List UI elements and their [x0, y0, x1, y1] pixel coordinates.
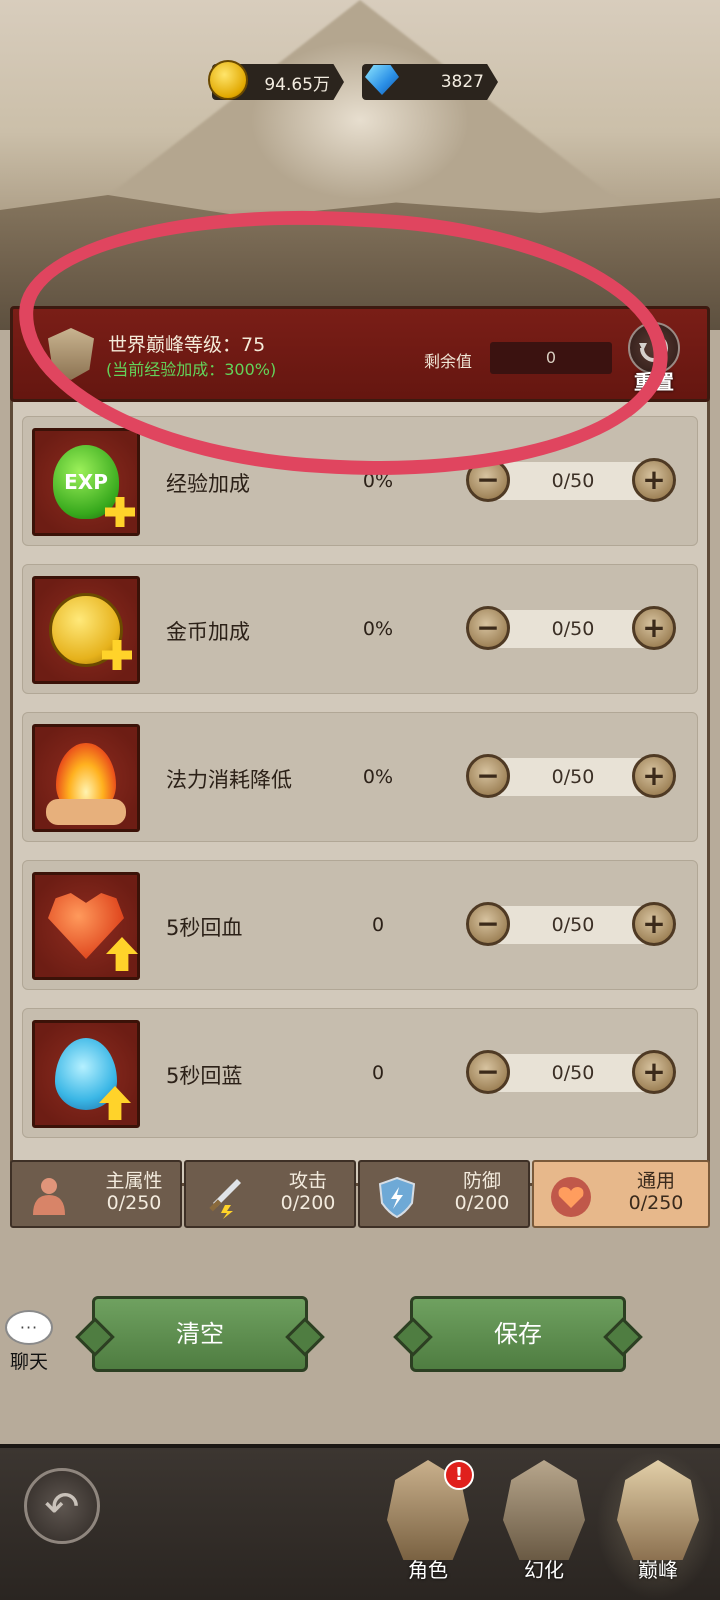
stat-name: 5秒回蓝 — [166, 1064, 243, 1088]
nav-transform[interactable]: 幻化 — [496, 1456, 592, 1596]
tab-count: 0/200 — [454, 1192, 510, 1214]
decrease-button[interactable]: − — [466, 902, 510, 946]
tab-main-attribute[interactable]: 主属性 0/250 — [10, 1160, 182, 1228]
tab-title: 攻击 — [288, 1170, 327, 1192]
reset-label: 重置 — [634, 370, 674, 394]
tab-attack[interactable]: 攻击 0/200 — [184, 1160, 356, 1228]
save-button[interactable]: 保存 — [410, 1296, 626, 1372]
exp-bonus-icon: EXP — [32, 428, 140, 536]
chat-label: 聊天 — [9, 1351, 48, 1373]
increase-button[interactable]: + — [632, 902, 676, 946]
increase-button[interactable]: + — [632, 458, 676, 502]
tab-count: 0/250 — [628, 1192, 684, 1214]
stat-name: 法力消耗降低 — [166, 768, 292, 792]
tab-title: 主属性 — [105, 1170, 163, 1192]
decrease-button[interactable]: − — [466, 458, 510, 502]
mana-cost-icon — [32, 724, 140, 832]
stat-value: 0% — [362, 470, 394, 492]
exp-bonus-status: (当前经验加成：300%) — [106, 360, 277, 379]
tab-title: 防御 — [462, 1170, 501, 1192]
nav-peak[interactable]: 巅峰 — [610, 1456, 706, 1596]
tab-general[interactable]: 通用 0/250 — [532, 1160, 710, 1228]
remaining-label: 剩余值 — [424, 352, 473, 371]
stat-value: 0 — [371, 914, 385, 936]
clear-button[interactable]: 清空 — [92, 1296, 308, 1372]
shield-icon — [372, 1172, 422, 1222]
transform-icon — [503, 1460, 585, 1560]
stat-value: 0 — [371, 1062, 385, 1084]
hp-regen-icon — [32, 872, 140, 980]
stat-name: 金币加成 — [166, 620, 250, 644]
heart-icon — [546, 1172, 596, 1222]
decrease-button[interactable]: − — [466, 754, 510, 798]
back-arrow-icon: ↶ — [44, 1481, 80, 1531]
peak-icon — [617, 1460, 699, 1560]
gem-icon — [362, 60, 402, 100]
sword-icon — [198, 1172, 248, 1222]
stat-name: 经验加成 — [166, 472, 250, 496]
alert-badge: ! — [444, 1460, 474, 1490]
background-scenery — [0, 0, 720, 330]
mp-regen-icon — [32, 1020, 140, 1128]
increase-button[interactable]: + — [632, 754, 676, 798]
stat-value: 0% — [362, 766, 394, 788]
chat-bubble-icon: ··· — [5, 1310, 53, 1345]
stat-name: 5秒回血 — [166, 916, 243, 940]
remaining-value: 0 — [490, 342, 612, 374]
increase-button[interactable]: + — [632, 606, 676, 650]
increase-button[interactable]: + — [632, 1050, 676, 1094]
stat-value: 0% — [362, 618, 394, 640]
body-icon — [24, 1172, 74, 1222]
tab-count: 0/250 — [106, 1192, 162, 1214]
back-button[interactable]: ↶ — [24, 1468, 100, 1544]
decrease-button[interactable]: − — [466, 606, 510, 650]
gem-amount: 3827 — [440, 72, 484, 92]
tab-title: 通用 — [636, 1170, 675, 1192]
tab-count: 0/200 — [280, 1192, 336, 1214]
gold-bonus-icon — [32, 576, 140, 684]
gold-coin-icon — [208, 60, 248, 100]
reset-button[interactable]: 重置 — [620, 322, 688, 396]
tab-defense[interactable]: 防御 0/200 — [358, 1160, 530, 1228]
world-peak-level: 世界巅峰等级：75 — [108, 334, 266, 356]
chat-button[interactable]: ··· 聊天 — [4, 1310, 54, 1374]
gold-amount: 94.65万 — [264, 74, 330, 95]
decrease-button[interactable]: − — [466, 1050, 510, 1094]
